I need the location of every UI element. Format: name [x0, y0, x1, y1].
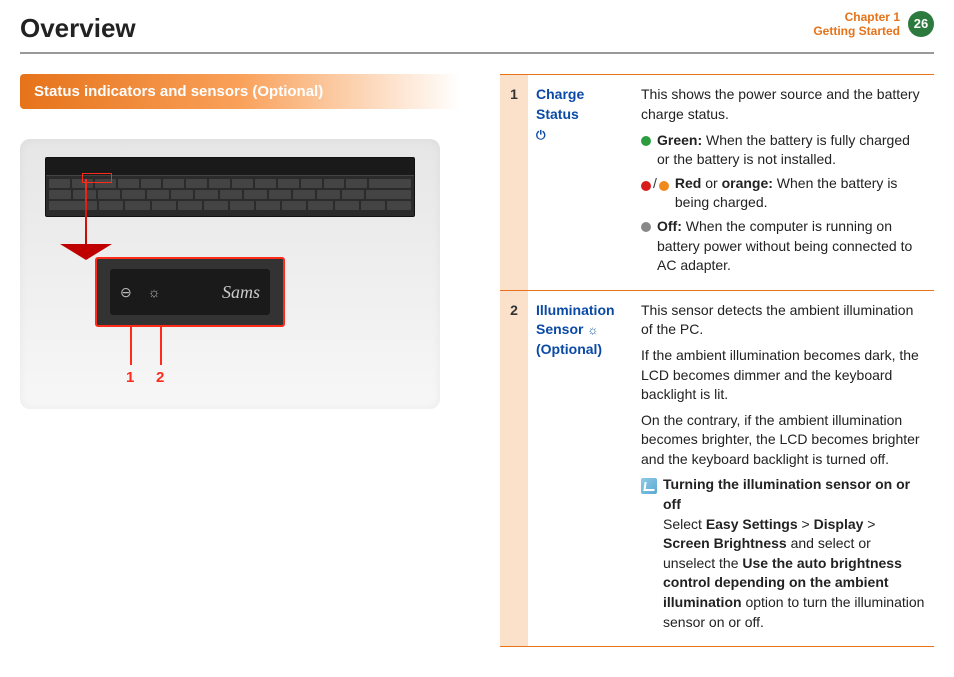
status-red-orange: / Red or orange: When the battery is bei… — [641, 174, 926, 213]
row-description: This sensor detects the ambient illumina… — [633, 290, 934, 647]
illumination-led-icon: ☼ — [148, 283, 161, 303]
diagram-callout-1: 1 — [126, 367, 134, 388]
sun-icon: ☼ — [587, 322, 598, 339]
charge-led-icon: ⊖ — [120, 283, 132, 303]
keyboard-image — [45, 157, 415, 217]
chapter-number: Chapter 1 — [813, 10, 900, 24]
section-heading: Status indicators and sensors (Optional) — [20, 74, 460, 109]
row-number: 2 — [500, 290, 528, 647]
pointer-2-icon — [160, 327, 162, 365]
note-icon — [641, 478, 657, 494]
indicators-table: 1 Charge Status ⏻ This shows the power s… — [500, 74, 934, 647]
header-right: Chapter 1 Getting Started 26 — [813, 10, 934, 39]
note-block: Turning the illumination sensor on or of… — [641, 475, 926, 632]
red-dot-icon — [641, 181, 651, 191]
page-title: Overview — [20, 10, 136, 46]
right-column: 1 Charge Status ⏻ This shows the power s… — [490, 74, 934, 647]
row-label: Charge Status ⏻ — [528, 75, 633, 290]
status-green: Green: When the battery is fully charged… — [641, 131, 926, 170]
grey-dot-icon — [641, 222, 651, 232]
pointer-1-icon — [130, 327, 132, 365]
chapter-info: Chapter 1 Getting Started — [813, 10, 900, 39]
brand-text: Sams — [222, 280, 260, 305]
status-off: Off: When the computer is running on bat… — [641, 217, 926, 276]
chapter-name: Getting Started — [813, 24, 900, 38]
green-dot-icon — [641, 136, 651, 146]
page-number-badge: 26 — [908, 11, 934, 37]
indicator-diagram: ⊖ ☼ Sams 1 2 — [20, 139, 440, 409]
table-row: 2 Illumination Sensor ☼ (Optional) This … — [500, 290, 934, 647]
content-area: Status indicators and sensors (Optional) — [0, 54, 954, 667]
row-label: Illumination Sensor ☼ (Optional) — [528, 290, 633, 647]
row-number: 1 — [500, 75, 528, 290]
zoom-panel: ⊖ ☼ Sams — [95, 257, 285, 327]
charge-status-icon: ⏻ — [536, 127, 546, 144]
table-row: 1 Charge Status ⏻ This shows the power s… — [500, 75, 934, 290]
page-header: Overview Chapter 1 Getting Started 26 — [0, 0, 954, 46]
row-description: This shows the power source and the batt… — [633, 75, 934, 290]
orange-dot-icon — [659, 181, 669, 191]
left-column: Status indicators and sensors (Optional) — [20, 74, 460, 647]
diagram-callout-2: 2 — [156, 367, 164, 388]
